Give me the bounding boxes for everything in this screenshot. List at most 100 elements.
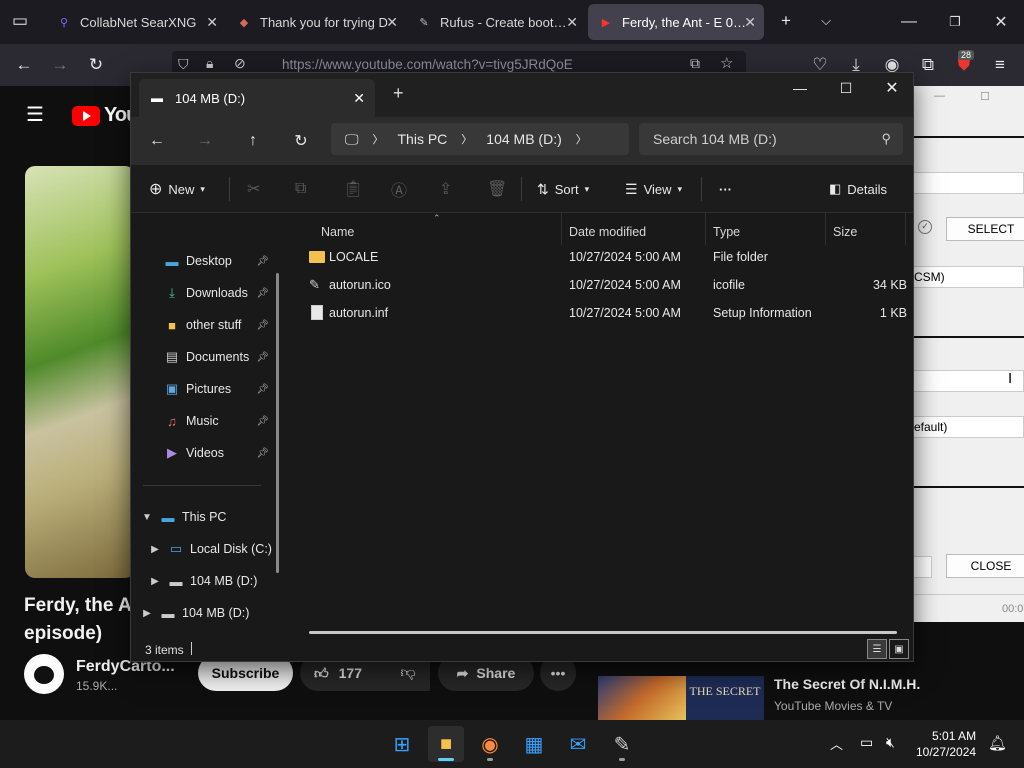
- pin-icon[interactable]: 📌︎: [256, 288, 269, 299]
- nav-scrollbar[interactable]: [276, 273, 279, 573]
- column-header-date[interactable]: Date modified: [569, 219, 646, 245]
- rufus-dropdown[interactable]: efault): [914, 416, 1024, 438]
- related-video-title[interactable]: The Secret Of N.I.M.H.: [774, 676, 920, 692]
- tab-searxng[interactable]: ⚲ CollabNet SearXNG ✕: [46, 4, 226, 40]
- rufus-field[interactable]: [914, 556, 932, 578]
- lock-icon[interactable]: 🔒︎: [206, 55, 213, 72]
- network-icon[interactable]: ▭: [860, 734, 873, 751]
- chevron-down-icon[interactable]: ▼: [141, 512, 153, 523]
- delete-icon[interactable]: 🗑︎: [487, 177, 507, 201]
- permissions-icon[interactable]: ⊘: [234, 55, 246, 72]
- restore-icon[interactable]: ❐: [932, 0, 978, 44]
- new-tab-icon[interactable]: +: [393, 83, 404, 104]
- copy-icon[interactable]: ⧉: [295, 177, 306, 201]
- breadcrumb-item[interactable]: 104 MB (D:): [486, 131, 561, 147]
- search-icon[interactable]: ⚲: [881, 131, 891, 147]
- chevron-right-icon[interactable]: ▶: [149, 544, 161, 555]
- tab-rufus[interactable]: ✎ Rufus - Create bootabl ✕: [406, 4, 586, 40]
- chevron-right-icon[interactable]: ▶: [149, 576, 161, 587]
- back-arrow-icon[interactable]: ←: [143, 129, 171, 153]
- minimize-icon[interactable]: —: [886, 0, 932, 44]
- tab-thank-you[interactable]: ◆ Thank you for trying D ✕: [226, 4, 406, 40]
- new-tab-icon[interactable]: +: [772, 8, 800, 34]
- table-row[interactable]: ✎ autorun.ico 10/27/2024 5:00 AM icofile…: [297, 271, 907, 299]
- pin-icon[interactable]: 📌︎: [256, 448, 269, 459]
- cut-icon[interactable]: ✂: [247, 177, 260, 201]
- share-icon[interactable]: ⇪: [439, 177, 452, 201]
- table-row[interactable]: LOCALE 10/27/2024 5:00 AM File folder: [297, 243, 907, 271]
- youtube-logo[interactable]: You: [72, 104, 138, 127]
- related-video-thumbnail-title[interactable]: THE SECRET: [686, 676, 764, 720]
- rufus-dropdown[interactable]: CSM): [914, 266, 1024, 288]
- nav-item-downloads[interactable]: ⤓ Downloads 📌︎: [131, 278, 281, 308]
- nav-item-videos[interactable]: ▶ Videos 📌︎: [131, 438, 281, 468]
- bookmark-star-icon[interactable]: ☆: [720, 54, 733, 72]
- chevron-up-icon[interactable]: ︿: [830, 734, 843, 753]
- screenshot-icon[interactable]: ⧉: [690, 55, 700, 72]
- breadcrumb-item[interactable]: This PC: [398, 131, 448, 147]
- close-button[interactable]: CLOSE: [946, 554, 1024, 578]
- minimize-icon[interactable]: —: [777, 73, 823, 103]
- rufus-field[interactable]: [914, 172, 1024, 194]
- paste-icon[interactable]: 📋︎: [343, 177, 363, 201]
- maximize-icon[interactable]: ☐: [823, 73, 869, 103]
- pin-icon[interactable]: 📌︎: [256, 320, 269, 331]
- sort-button[interactable]: ⇅ Sort ▾: [537, 177, 589, 201]
- chevron-down-icon[interactable]: ⌵: [812, 8, 840, 34]
- column-header-size[interactable]: Size: [833, 219, 857, 245]
- tab-list-icon[interactable]: ▭: [6, 8, 34, 34]
- check-icon[interactable]: ✓: [918, 220, 932, 234]
- close-tab-icon[interactable]: ✕: [206, 14, 218, 31]
- nav-item-drive-d-root[interactable]: ▶ ▬ 104 MB (D:): [131, 598, 281, 628]
- search-input[interactable]: Search 104 MB (D:) ⚲: [639, 123, 903, 155]
- horizontal-scrollbar[interactable]: [309, 631, 897, 634]
- menu-icon[interactable]: ≡: [986, 52, 1014, 78]
- outlook-icon[interactable]: ✉: [560, 726, 596, 762]
- forward-arrow-icon[interactable]: →: [191, 129, 219, 153]
- view-button[interactable]: ☰ View ▾: [625, 177, 682, 201]
- rufus-icon[interactable]: ✎: [604, 726, 640, 762]
- close-tab-icon[interactable]: ✕: [353, 90, 365, 107]
- volume-muted-icon[interactable]: 🔇︎: [886, 734, 895, 751]
- chevron-right-icon[interactable]: 〉: [576, 131, 587, 147]
- rename-icon[interactable]: Ⓐ: [391, 177, 407, 201]
- pin-icon[interactable]: 📌︎: [256, 256, 269, 267]
- minimize-icon[interactable]: —: [934, 90, 945, 102]
- related-video-thumbnail[interactable]: [598, 676, 686, 720]
- extensions-icon[interactable]: ⧉: [914, 52, 942, 78]
- chevron-right-icon[interactable]: 〉: [461, 131, 472, 147]
- close-tab-icon[interactable]: ✕: [744, 14, 756, 31]
- explorer-tab[interactable]: ▬ 104 MB (D:) ✕: [139, 79, 375, 117]
- nav-item-desktop[interactable]: ▬ Desktop 📌︎: [131, 246, 281, 276]
- clock[interactable]: 5:01 AM 10/27/2024: [916, 728, 976, 760]
- select-button[interactable]: SELECT: [946, 217, 1024, 241]
- table-row[interactable]: autorun.inf 10/27/2024 5:00 AM Setup Inf…: [297, 299, 907, 327]
- more-options-icon[interactable]: ···: [719, 177, 732, 201]
- video-player[interactable]: [25, 166, 135, 578]
- hamburger-menu-icon[interactable]: ☰: [26, 102, 44, 127]
- chevron-right-icon[interactable]: 〉: [373, 131, 384, 147]
- firefox-icon[interactable]: ◉: [472, 726, 508, 762]
- pin-icon[interactable]: 📌︎: [256, 352, 269, 363]
- close-tab-icon[interactable]: ✕: [386, 14, 398, 31]
- thumbnail-view-icon[interactable]: ▣: [889, 639, 909, 659]
- store-icon[interactable]: ▦: [516, 726, 552, 762]
- nav-item-documents[interactable]: ▤ Documents 📌︎: [131, 342, 281, 372]
- new-button[interactable]: ⊕ New ▾: [149, 177, 205, 201]
- back-arrow-icon[interactable]: ←: [10, 52, 38, 78]
- notification-bell-icon[interactable]: 🔔︎: [988, 734, 1007, 752]
- pin-icon[interactable]: 📌︎: [256, 384, 269, 395]
- forward-arrow-icon[interactable]: →: [46, 52, 74, 78]
- start-icon[interactable]: ⊞: [384, 726, 420, 762]
- details-view-icon[interactable]: ☰: [867, 639, 887, 659]
- close-window-icon[interactable]: ✕: [978, 0, 1024, 44]
- file-explorer-icon[interactable]: ■: [428, 726, 464, 762]
- tab-youtube[interactable]: ▶ Ferdy, the Ant - E 02 - 1 ✕: [588, 4, 764, 40]
- details-button[interactable]: ◧ Details: [829, 177, 887, 201]
- nav-item-other-stuff[interactable]: ■ other stuff 📌︎: [131, 310, 281, 340]
- breadcrumb[interactable]: 🖵︎ 〉 This PC 〉 104 MB (D:) 〉: [331, 123, 629, 155]
- close-tab-icon[interactable]: ✕: [566, 14, 578, 31]
- reload-icon[interactable]: ↻: [82, 52, 110, 78]
- pin-icon[interactable]: 📌︎: [256, 416, 269, 427]
- maximize-icon[interactable]: ☐: [980, 90, 990, 103]
